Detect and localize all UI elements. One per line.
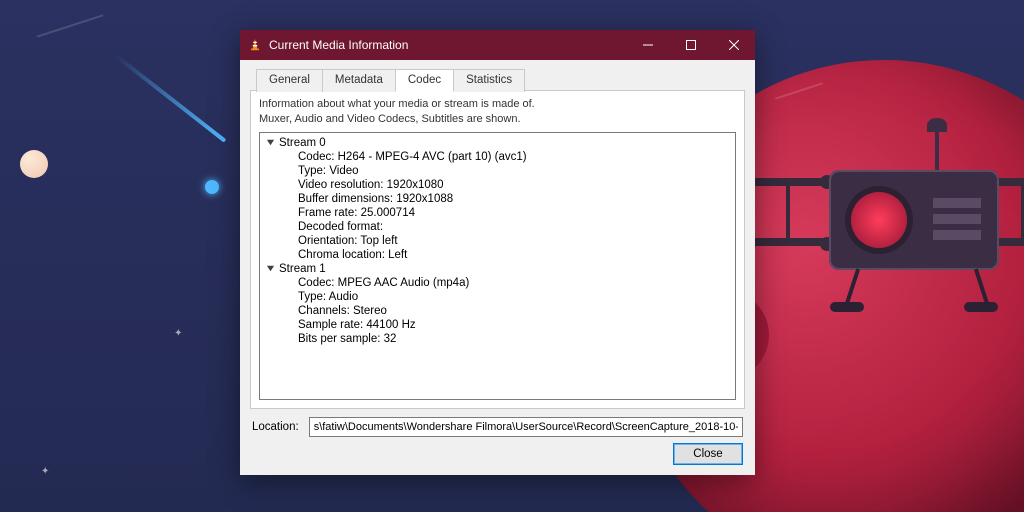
wallpaper-lander-foot	[964, 302, 998, 312]
chevron-down-icon	[266, 264, 275, 273]
tab-strip: General Metadata Codec Statistics	[250, 68, 745, 91]
vlc-cone-icon	[248, 38, 262, 52]
tab-codec[interactable]: Codec	[395, 69, 454, 92]
codec-property[interactable]: Codec: H264 - MPEG-4 AVC (part 10) (avc1…	[266, 150, 729, 164]
maximize-button[interactable]	[669, 30, 712, 60]
chevron-down-icon	[266, 138, 275, 147]
close-window-button[interactable]	[712, 30, 755, 60]
wallpaper-star: ✦	[174, 328, 182, 339]
window-title: Current Media Information	[269, 38, 626, 52]
codec-property[interactable]: Chroma location: Left	[266, 248, 729, 262]
codec-property[interactable]: Codec: MPEG AAC Audio (mp4a)	[266, 276, 729, 290]
codec-property[interactable]: Sample rate: 44100 Hz	[266, 318, 729, 332]
window-client-area: General Metadata Codec Statistics Inform…	[240, 60, 755, 475]
stream-name: Stream 0	[279, 137, 326, 149]
media-info-window: Current Media Information General Metada…	[240, 30, 755, 475]
wallpaper-lander	[829, 170, 999, 270]
wallpaper-moon	[20, 150, 48, 178]
codec-property[interactable]: Buffer dimensions: 1920x1088	[266, 192, 729, 206]
minimize-button[interactable]	[626, 30, 669, 60]
stream-name: Stream 1	[279, 263, 326, 275]
titlebar[interactable]: Current Media Information	[240, 30, 755, 60]
codec-property[interactable]: Frame rate: 25.000714	[266, 206, 729, 220]
tab-general[interactable]: General	[256, 69, 323, 92]
wallpaper-star: ✦	[41, 466, 49, 477]
codec-tree[interactable]: Stream 0 Codec: H264 - MPEG-4 AVC (part …	[259, 132, 736, 400]
codec-property[interactable]: Type: Video	[266, 164, 729, 178]
codec-property[interactable]: Bits per sample: 32	[266, 332, 729, 346]
codec-panel: Information about what your media or str…	[250, 90, 745, 409]
location-input[interactable]	[309, 417, 743, 437]
location-row: Location:	[250, 409, 745, 437]
tab-statistics[interactable]: Statistics	[453, 69, 525, 92]
minimize-icon	[643, 40, 653, 50]
codec-property[interactable]: Type: Audio	[266, 290, 729, 304]
codec-property[interactable]: Decoded format:	[266, 220, 729, 234]
close-icon	[729, 40, 739, 50]
stream-header[interactable]: Stream 1	[266, 262, 729, 276]
wallpaper-comet	[205, 180, 219, 194]
panel-description-line: Information about what your media or str…	[259, 98, 535, 110]
location-label: Location:	[252, 421, 299, 433]
panel-description: Information about what your media or str…	[259, 97, 736, 127]
wallpaper-comet-tail	[114, 53, 227, 142]
wallpaper-lander-antenna	[935, 132, 939, 172]
codec-property[interactable]: Video resolution: 1920x1080	[266, 178, 729, 192]
tab-metadata[interactable]: Metadata	[322, 69, 396, 92]
close-button[interactable]: Close	[673, 443, 743, 465]
codec-property[interactable]: Orientation: Top left	[266, 234, 729, 248]
codec-property[interactable]: Channels: Stereo	[266, 304, 729, 318]
maximize-icon	[686, 40, 696, 50]
panel-description-line: Muxer, Audio and Video Codecs, Subtitles…	[259, 113, 521, 125]
wallpaper-lander-foot	[830, 302, 864, 312]
dialog-button-row: Close	[250, 437, 745, 465]
wallpaper-streak	[36, 14, 103, 38]
stream-header[interactable]: Stream 0	[266, 136, 729, 150]
wallpaper-lander-rotor	[747, 178, 829, 248]
